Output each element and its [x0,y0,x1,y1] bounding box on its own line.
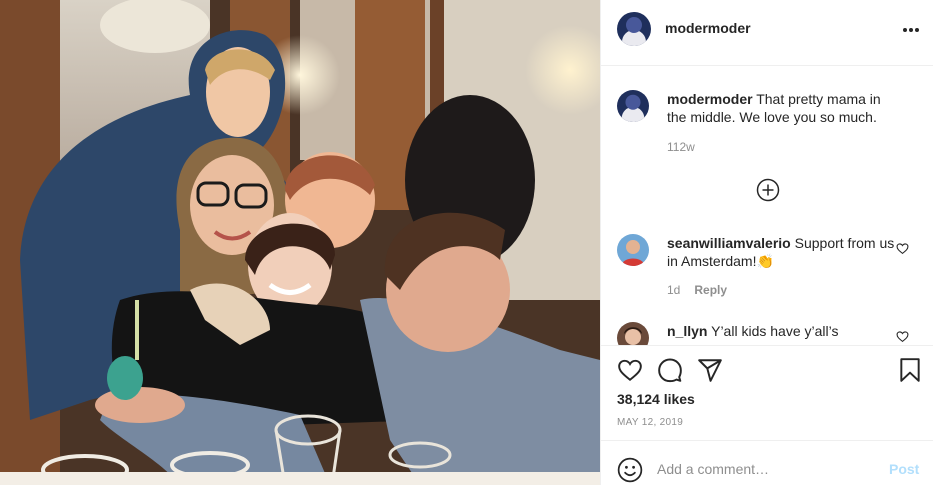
more-dots-icon[interactable] [899,20,923,40]
instagram-post: modermoder modermoder That pretty mama i… [0,0,933,485]
comment-text: n_llyn Y’all kids have y’all’s [667,322,897,340]
heart-icon[interactable] [617,357,643,383]
author-username[interactable]: modermoder [665,20,751,36]
emoji-icon[interactable] [617,457,643,483]
heart-icon[interactable] [896,242,909,255]
post-date[interactable]: MAY 12, 2019 [617,417,683,428]
share-icon[interactable] [697,357,723,383]
commenter-avatar[interactable] [617,234,649,266]
dot [903,28,907,32]
comment-body: Y’all kids have y’all’s [711,323,839,339]
comments-list[interactable]: modermoder That pretty mama in the middl… [601,67,933,345]
likes-count[interactable]: 38,124 likes [617,391,695,407]
post-photo[interactable] [0,0,600,485]
plus-circle-icon[interactable] [756,178,780,202]
post-sidebar: modermoder modermoder That pretty mama i… [600,0,933,485]
comment-username[interactable]: seanwilliamvalerio [667,235,791,251]
comment-input[interactable] [657,461,867,477]
bookmark-icon[interactable] [897,357,923,383]
commenter-avatar[interactable] [617,322,649,345]
caption-text: modermoder That pretty mama in the middl… [667,90,897,126]
caption-meta: 112w [667,140,695,154]
caption-age[interactable]: 112w [667,140,695,154]
heart-icon[interactable] [896,330,909,343]
post-header: modermoder [601,0,933,66]
comment-text: seanwilliamvalerio Support from us in Am… [667,234,897,270]
dot [915,28,919,32]
comment-icon[interactable] [657,357,683,383]
reply-button[interactable]: Reply [694,283,727,297]
dot [909,28,913,32]
add-comment-bar: Post [601,440,933,485]
comment-username[interactable]: n_llyn [667,323,707,339]
caption-avatar[interactable] [617,90,649,122]
family-dinner-photo [0,0,600,485]
post-button[interactable]: Post [889,461,919,477]
caption-username[interactable]: modermoder [667,91,753,107]
author-avatar[interactable] [617,12,651,46]
comment-age[interactable]: 1d [667,283,680,297]
post-actions: 38,124 likes MAY 12, 2019 [601,345,933,440]
comment-meta: 1d Reply [667,283,727,297]
